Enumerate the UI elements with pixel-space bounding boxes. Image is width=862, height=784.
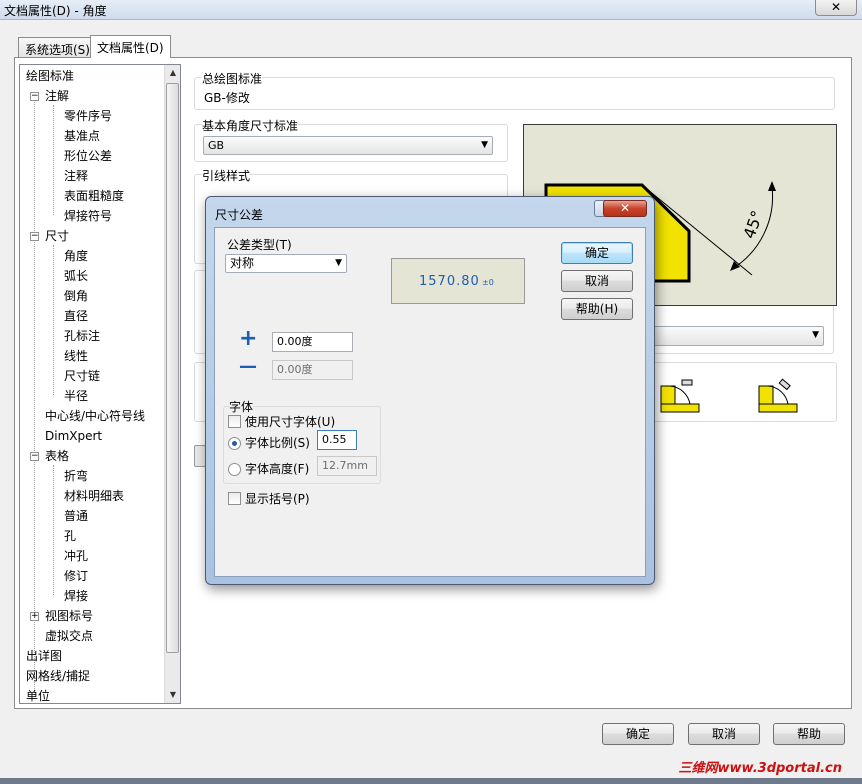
overall-standard-label: 总绘图标准: [202, 70, 263, 87]
site-watermark: 三维网www.3dportal.cn: [678, 761, 842, 776]
tree-item-chamfer[interactable]: 倒角: [64, 287, 88, 305]
tolerance-type-select[interactable]: 对称 ▼: [225, 254, 347, 273]
tree-scrollbar[interactable]: ▲ ▼: [164, 65, 180, 703]
tab-document-properties[interactable]: 文档属性(D): [90, 35, 171, 58]
tree-item-centerlines[interactable]: 中心线/中心符号线: [45, 407, 145, 425]
tree-item-hole[interactable]: 孔: [64, 527, 76, 545]
tolerance-preview-suffix: ±0: [482, 278, 494, 287]
chevron-down-icon: ▼: [481, 140, 488, 150]
tree-item-view-labels[interactable]: 视图标号: [45, 607, 93, 625]
tolerance-type-value: 对称: [230, 256, 255, 270]
tree-item-detailing[interactable]: 出详图: [26, 647, 62, 665]
tree-item-drawing-standard[interactable]: 绘图标准: [26, 67, 74, 85]
tree-item-diameter[interactable]: 直径: [64, 307, 88, 325]
collapse-icon[interactable]: −: [30, 92, 39, 101]
show-brackets-checkbox[interactable]: [228, 492, 241, 505]
dialog-help-button[interactable]: 帮助(H): [561, 298, 633, 320]
base-angle-standard-label: 基本角度尺寸标准: [202, 117, 299, 134]
expand-icon[interactable]: +: [30, 612, 39, 621]
tree-item-hole-callout[interactable]: 孔标注: [64, 327, 100, 345]
tree-item-geometric-tolerance[interactable]: 形位公差: [64, 147, 112, 165]
angle-dimension-placement-icon[interactable]: [660, 374, 700, 414]
tree-item-notes[interactable]: 注释: [64, 167, 88, 185]
tree-item-dimensions[interactable]: 尺寸: [45, 227, 69, 245]
font-height-radio[interactable]: [228, 463, 241, 476]
tree-item-ordinate[interactable]: 尺寸链: [64, 367, 100, 385]
show-brackets-label: 显示括号(P): [245, 492, 310, 506]
tolerance-preview-value: 1570.80: [419, 274, 480, 289]
help-button[interactable]: 帮助: [773, 723, 845, 745]
chevron-down-icon: ▼: [812, 330, 819, 340]
tree-item-grid-snap[interactable]: 网格线/捕捉: [26, 667, 90, 685]
tree-item-bom[interactable]: 材料明细表: [64, 487, 124, 505]
overall-standard-value: GB-修改: [204, 91, 250, 105]
tab-system-options[interactable]: 系统选项(S): [18, 37, 97, 58]
tree-item-tables[interactable]: 表格: [45, 447, 69, 465]
window-close-button[interactable]: ✕: [815, 0, 857, 16]
upper-tolerance-input[interactable]: 0.00度: [272, 332, 353, 352]
window-titlebar: 文档属性(D) - 角度: [0, 0, 862, 20]
overall-standard-group: [194, 77, 835, 110]
tolerance-preview: 1570.80 ±0: [391, 258, 525, 304]
chevron-down-icon: ▼: [335, 258, 342, 268]
font-scale-input[interactable]: 0.55: [317, 430, 357, 450]
window-title: 文档属性(D) - 角度: [4, 4, 107, 18]
angle-dimension-placement-icon-2[interactable]: [758, 374, 798, 414]
scroll-thumb[interactable]: [166, 83, 179, 653]
ok-button[interactable]: 确定: [602, 723, 674, 745]
taskbar-strip: [0, 778, 862, 784]
tolerance-type-label: 公差类型(T): [227, 238, 292, 252]
tree-item-units[interactable]: 单位: [26, 687, 50, 703]
tree-item-revision[interactable]: 修订: [64, 567, 88, 585]
tree-item-bend[interactable]: 折弯: [64, 467, 88, 485]
tree-item-balloons[interactable]: 零件序号: [64, 107, 112, 125]
cancel-button[interactable]: 取消: [688, 723, 760, 745]
leader-display-select[interactable]: ▼: [640, 326, 824, 346]
tree-item-weld[interactable]: 焊接: [64, 587, 88, 605]
scroll-down-icon[interactable]: ▼: [165, 687, 180, 703]
dialog-close-button[interactable]: ✕: [603, 200, 647, 217]
dialog-title: 尺寸公差: [215, 208, 264, 222]
tree-item-virtual-sharps[interactable]: 虚拟交点: [45, 627, 93, 645]
tree-item-annotations[interactable]: 注解: [45, 87, 69, 105]
lower-tolerance-input[interactable]: 0.00度: [272, 360, 353, 380]
base-angle-standard-select[interactable]: GB ▼: [203, 136, 493, 155]
tree-item-punch[interactable]: 冲孔: [64, 547, 88, 565]
font-scale-radio[interactable]: [228, 437, 241, 450]
collapse-icon[interactable]: −: [30, 232, 39, 241]
dialog-ok-button[interactable]: 确定: [561, 242, 633, 264]
tree-item-arc-length[interactable]: 弧长: [64, 267, 88, 285]
tree-item-weld-symbols[interactable]: 焊接符号: [64, 207, 112, 225]
tree-item-radius[interactable]: 半径: [64, 387, 88, 405]
font-height-input[interactable]: 12.7mm: [317, 456, 377, 476]
base-angle-standard-value: GB: [208, 139, 225, 152]
options-tree[interactable]: 绘图标准 − 注解 零件序号 基准点 形位公差 注释 表面粗糙度 焊接符号 − …: [19, 64, 181, 704]
dialog-body: 公差类型(T) 对称 ▼ 1570.80 ±0 确定 取消 帮助(H) + 0.…: [214, 227, 646, 577]
tree-item-dimxpert[interactable]: DimXpert: [45, 427, 102, 445]
tree-item-surface-finish[interactable]: 表面粗糙度: [64, 187, 124, 205]
tree-item-datums[interactable]: 基准点: [64, 127, 100, 145]
plus-icon: +: [239, 326, 258, 351]
font-height-label: 字体高度(F): [245, 462, 310, 476]
leader-style-label: 引线样式: [202, 167, 251, 184]
scroll-up-icon[interactable]: ▲: [165, 65, 180, 81]
dialog-cancel-button[interactable]: 取消: [561, 270, 633, 292]
font-scale-label: 字体比例(S): [245, 436, 310, 450]
minus-icon: —: [239, 356, 257, 377]
use-dimension-font-label: 使用尺寸字体(U): [245, 415, 336, 429]
tree-item-angle[interactable]: 角度: [64, 247, 88, 265]
tree-item-general[interactable]: 普通: [64, 507, 88, 525]
tolerance-dialog: 尺寸公差 ? ✕ 公差类型(T) 对称 ▼ 1570.80 ±0 确定 取消 帮…: [205, 196, 655, 585]
use-dimension-font-checkbox[interactable]: [228, 415, 241, 428]
collapse-icon[interactable]: −: [30, 452, 39, 461]
tree-item-linear[interactable]: 线性: [64, 347, 88, 365]
